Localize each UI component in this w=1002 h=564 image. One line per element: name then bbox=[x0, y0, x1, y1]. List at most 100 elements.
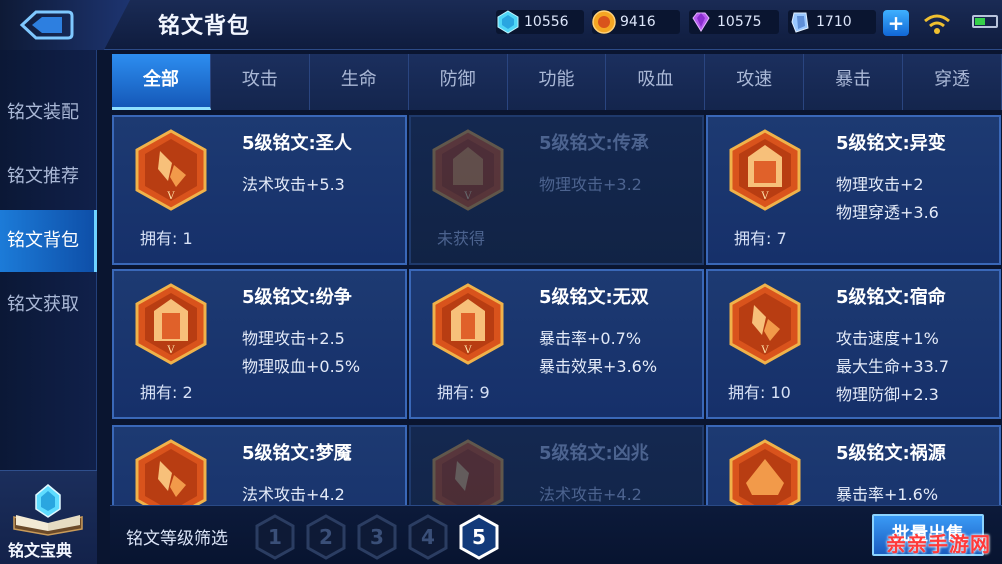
currency-shard-value: 1710 bbox=[816, 14, 852, 30]
inscription-stat: 暴击率+0.7% bbox=[539, 329, 642, 348]
inscription-owned-count: 未获得 bbox=[437, 229, 486, 248]
add-currency-button[interactable]: + bbox=[883, 10, 909, 36]
inscription-card[interactable]: 5级铭文:梦魇 法术攻击+4.2 bbox=[112, 425, 407, 505]
inscription-stat: 物理攻击+3.2 bbox=[539, 175, 642, 194]
level-filter-5[interactable]: 5 bbox=[458, 514, 500, 560]
inscription-owned-count: 拥有: 10 bbox=[728, 383, 791, 402]
level-filter-4-label: 4 bbox=[421, 525, 435, 549]
inscription-owned-count: 拥有: 2 bbox=[140, 383, 193, 402]
back-arrow-icon bbox=[19, 10, 74, 40]
svg-text:V: V bbox=[760, 345, 769, 356]
inscription-stat: 法术攻击+4.2 bbox=[539, 485, 642, 504]
svg-text:V: V bbox=[463, 191, 472, 202]
tab-penetration[interactable]: 穿透 bbox=[903, 54, 1002, 110]
inscription-name: 5级铭文:异变 bbox=[836, 133, 946, 154]
inscription-name: 5级铭文:圣人 bbox=[242, 133, 352, 154]
currency-crystal: 10575 bbox=[689, 10, 779, 34]
inscription-owned-count: 拥有: 9 bbox=[437, 383, 490, 402]
inscription-stat: 物理攻击+2.5 bbox=[242, 329, 345, 348]
currency-diamond-value: 10556 bbox=[524, 14, 569, 30]
inscription-card[interactable]: V 5级铭文:纷争 物理攻击+2.5 物理吸血+0.5% 拥有: 2 bbox=[112, 269, 407, 419]
inscription-emblem-icon bbox=[729, 439, 801, 505]
level-filter-2-label: 2 bbox=[319, 525, 333, 549]
back-button[interactable] bbox=[0, 0, 130, 50]
inscription-emblem-icon bbox=[432, 439, 504, 505]
svg-text:V: V bbox=[166, 191, 175, 202]
inscription-card[interactable]: V 5级铭文:异变 物理攻击+2 物理穿透+3.6 拥有: 7 bbox=[706, 115, 1001, 265]
inscription-name: 5级铭文:无双 bbox=[539, 287, 649, 308]
site-watermark: 亲亲手游网 bbox=[886, 532, 991, 556]
battery-icon bbox=[972, 15, 998, 28]
currency-gold: 9416 bbox=[592, 10, 680, 34]
inscription-owned-count: 拥有: 7 bbox=[734, 229, 787, 248]
inscription-emblem-icon: V bbox=[135, 283, 207, 365]
level-filter-1-label: 1 bbox=[268, 525, 282, 549]
sidebar-item-acquire[interactable]: 铭文获取 bbox=[0, 274, 97, 336]
tab-attack-speed[interactable]: 攻速 bbox=[705, 54, 805, 110]
inscription-name: 5级铭文:凶兆 bbox=[539, 443, 649, 464]
inscription-emblem-icon: V bbox=[729, 283, 801, 365]
tab-defense[interactable]: 防御 bbox=[408, 54, 508, 110]
inscription-name: 5级铭文:祸源 bbox=[836, 443, 946, 464]
level-filter-4[interactable]: 4 bbox=[407, 514, 449, 560]
currency-gold-value: 9416 bbox=[620, 14, 656, 30]
sidebar-item-recommended[interactable]: 铭文推荐 bbox=[0, 146, 97, 208]
tab-health[interactable]: 生命 bbox=[309, 54, 409, 110]
level-filter-2[interactable]: 2 bbox=[305, 514, 347, 560]
inscription-stat: 最大生命+33.7 bbox=[836, 357, 950, 376]
inscription-stat: 攻击速度+1% bbox=[836, 329, 939, 348]
top-bar: 铭文背包 10556 9416 10575 1710 + bbox=[0, 0, 1002, 50]
wifi-icon bbox=[924, 14, 950, 34]
inscription-emblem-icon: V bbox=[729, 129, 801, 211]
inscription-stat: 法术攻击+4.2 bbox=[242, 485, 345, 504]
inscription-owned-count: 拥有: 1 bbox=[140, 229, 193, 248]
inscription-card[interactable]: 5级铭文:凶兆 法术攻击+4.2 bbox=[409, 425, 704, 505]
inscription-stat: 法术攻击+5.3 bbox=[242, 175, 345, 194]
svg-text:V: V bbox=[463, 345, 472, 356]
tab-lifesteal[interactable]: 吸血 bbox=[606, 54, 706, 110]
inscription-card[interactable]: V 5级铭文:圣人 法术攻击+5.3 拥有: 1 bbox=[112, 115, 407, 265]
diamond-gem-icon bbox=[497, 10, 519, 34]
inscription-card[interactable]: V 5级铭文:无双 暴击率+0.7% 暴击效果+3.6% 拥有: 9 bbox=[409, 269, 704, 419]
level-filter-label: 铭文等级筛选 bbox=[126, 529, 228, 549]
inscription-name: 5级铭文:梦魇 bbox=[242, 443, 352, 464]
inscription-card[interactable]: V 5级铭文:宿命 攻击速度+1% 最大生命+33.7 物理防御+2.3 拥有:… bbox=[706, 269, 1001, 419]
purple-crystal-icon bbox=[692, 12, 710, 32]
inscription-card[interactable]: 5级铭文:祸源 暴击率+1.6% bbox=[706, 425, 1001, 505]
inscription-stat: 暴击效果+3.6% bbox=[539, 357, 658, 376]
codex-book-icon bbox=[13, 484, 83, 536]
gold-coin-icon bbox=[592, 10, 616, 34]
svg-text:V: V bbox=[760, 191, 769, 202]
inscription-emblem-icon: V bbox=[135, 129, 207, 211]
level-filter-bar: 铭文等级筛选 1 2 3 4 5 批量出售 bbox=[110, 505, 1002, 564]
sidebar-item-inscription-loadout[interactable]: 铭文装配 bbox=[0, 82, 97, 144]
blue-shard-icon bbox=[791, 12, 809, 33]
level-filter-5-label: 5 bbox=[472, 525, 486, 549]
currency-diamond: 10556 bbox=[496, 10, 584, 34]
tab-all[interactable]: 全部 bbox=[112, 54, 211, 110]
inscription-emblem-icon: V bbox=[432, 129, 504, 211]
tab-attack[interactable]: 攻击 bbox=[210, 54, 310, 110]
inscription-stat: 暴击率+1.6% bbox=[836, 485, 939, 504]
page-title: 铭文背包 bbox=[158, 14, 251, 39]
inscription-emblem-icon: V bbox=[432, 283, 504, 365]
category-tabs: 全部 攻击 生命 防御 功能 吸血 攻速 暴击 穿透 bbox=[112, 54, 1002, 110]
tab-utility[interactable]: 功能 bbox=[507, 54, 607, 110]
inscription-grid: V 5级铭文:圣人 法术攻击+5.3 拥有: 1 V 5级铭文:传承 物理攻击+… bbox=[110, 115, 1002, 505]
level-filter-3[interactable]: 3 bbox=[356, 514, 398, 560]
sidebar: 铭文装配 铭文推荐 铭文背包 铭文获取 铭文宝典 bbox=[0, 50, 97, 564]
tab-critical[interactable]: 暴击 bbox=[804, 54, 904, 110]
level-filter-1[interactable]: 1 bbox=[254, 514, 296, 560]
codex-button[interactable]: 铭文宝典 bbox=[0, 470, 97, 564]
inscription-stat: 物理吸血+0.5% bbox=[242, 357, 361, 376]
codex-label: 铭文宝典 bbox=[8, 541, 73, 560]
currency-crystal-value: 10575 bbox=[717, 14, 762, 30]
svg-text:V: V bbox=[166, 345, 175, 356]
currency-shard: 1710 bbox=[788, 10, 876, 34]
inscription-card[interactable]: V 5级铭文:传承 物理攻击+3.2 未获得 bbox=[409, 115, 704, 265]
sidebar-item-inventory[interactable]: 铭文背包 bbox=[0, 210, 97, 272]
inscription-stat: 物理攻击+2 bbox=[836, 175, 924, 194]
inscription-emblem-icon bbox=[135, 439, 207, 505]
inscription-name: 5级铭文:纷争 bbox=[242, 287, 352, 308]
inscription-stat: 物理穿透+3.6 bbox=[836, 203, 939, 222]
